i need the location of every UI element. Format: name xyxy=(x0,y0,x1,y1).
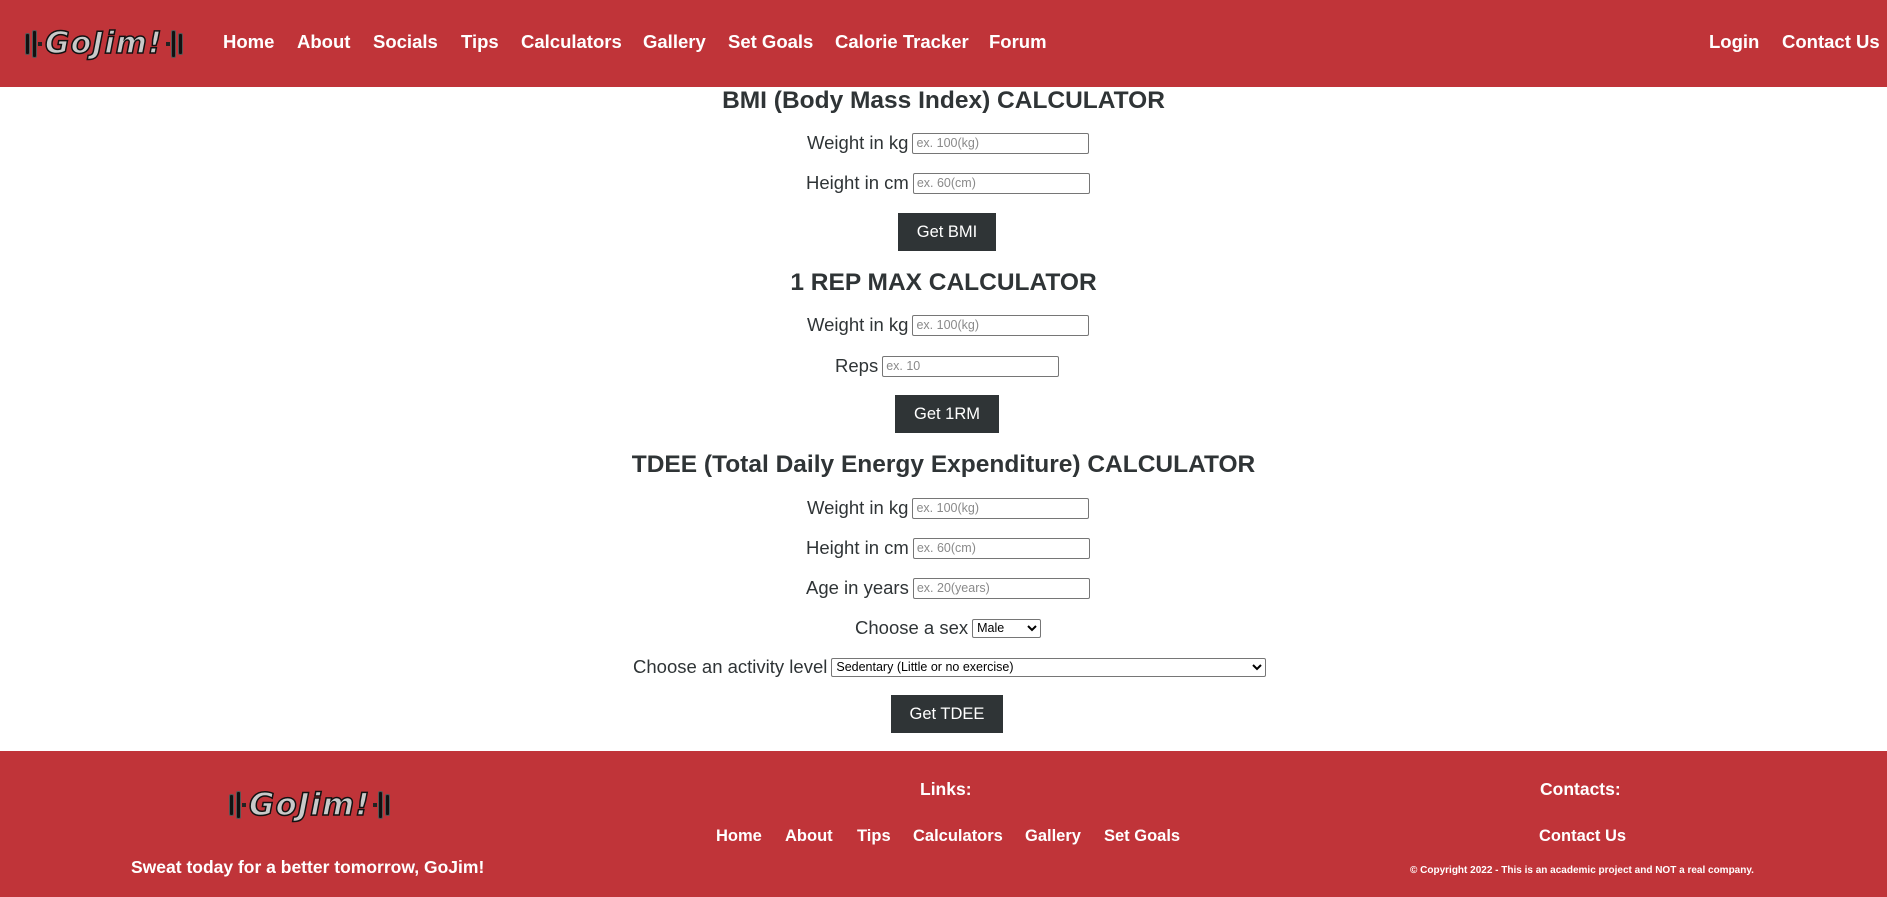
tdee-age-label: Age in years xyxy=(806,577,909,598)
footer-tagline: Sweat today for a better tomorrow, GoJim… xyxy=(131,857,485,877)
rm-weight-label: Weight in kg xyxy=(807,314,909,335)
footer-link-calculators[interactable]: Calculators xyxy=(913,827,1003,846)
footer-logo-text: GoJim! xyxy=(248,786,371,824)
bmi-height-input[interactable] xyxy=(912,172,1090,194)
tdee-activity-row: Choose an activity level Sedentary (Litt… xyxy=(633,656,1267,678)
tdee-sex-label: Choose a sex xyxy=(855,617,969,638)
footer-contacts-heading: Contacts: xyxy=(1540,779,1621,799)
sex-select[interactable]: Male xyxy=(972,618,1042,638)
get-bmi-button[interactable]: Get BMI xyxy=(898,213,996,251)
rm-reps-label: Reps xyxy=(835,355,879,376)
tdee-weight-label: Weight in kg xyxy=(807,497,909,518)
rm-title: 1 REP MAX CALCULATOR xyxy=(790,269,1097,296)
rm-weight-input[interactable] xyxy=(912,314,1090,336)
bmi-height-row: Height in cm xyxy=(806,172,1090,194)
get-tdee-button[interactable]: Get TDEE xyxy=(891,695,1003,733)
tdee-sex-row: Choose a sex Male xyxy=(855,617,1042,639)
top-navbar: GoJim! Home About Socials Tips Calculato… xyxy=(0,0,1887,87)
nav-link-tips[interactable]: Tips xyxy=(461,31,499,53)
tdee-title: TDEE (Total Daily Energy Expenditure) CA… xyxy=(631,451,1256,478)
rm-reps-input[interactable] xyxy=(882,355,1060,377)
nav-link-contact-us[interactable]: Contact Us xyxy=(1782,31,1880,53)
tdee-height-input[interactable] xyxy=(912,537,1090,559)
nav-link-set-goals[interactable]: Set Goals xyxy=(728,31,813,53)
tdee-activity-label: Choose an activity level xyxy=(633,656,828,677)
bmi-title: BMI (Body Mass Index) CALCULATOR xyxy=(722,87,1165,114)
footer-link-set-goals[interactable]: Set Goals xyxy=(1104,827,1180,846)
rm-reps-row: Reps xyxy=(835,355,1060,377)
footer-link-tips[interactable]: Tips xyxy=(857,827,891,846)
nav-link-login[interactable]: Login xyxy=(1709,31,1759,53)
gojim-logo-icon[interactable]: GoJim! xyxy=(24,25,184,62)
footer-link-home[interactable]: Home xyxy=(716,827,762,846)
tdee-age-row: Age in years xyxy=(806,577,1090,599)
tdee-age-input[interactable] xyxy=(912,577,1090,599)
nav-link-home[interactable]: Home xyxy=(223,31,274,53)
nav-link-forum[interactable]: Forum xyxy=(989,31,1047,53)
tdee-weight-row: Weight in kg xyxy=(807,497,1090,519)
tdee-height-row: Height in cm xyxy=(806,537,1090,559)
footer-gojim-logo-icon[interactable]: GoJim! xyxy=(228,786,391,824)
bmi-height-label: Height in cm xyxy=(806,172,909,193)
tdee-weight-input[interactable] xyxy=(912,497,1090,519)
bmi-weight-label: Weight in kg xyxy=(807,132,909,153)
nav-link-gallery[interactable]: Gallery xyxy=(643,31,706,53)
footer-copyright: © Copyright 2022 - This is an academic p… xyxy=(1410,865,1754,876)
nav-link-calculators[interactable]: Calculators xyxy=(521,31,622,53)
logo-text: GoJim! xyxy=(44,25,163,62)
rm-weight-row: Weight in kg xyxy=(807,314,1090,336)
bmi-weight-row: Weight in kg xyxy=(807,132,1090,154)
footer-link-about[interactable]: About xyxy=(785,827,833,846)
tdee-height-label: Height in cm xyxy=(806,537,909,558)
footer-contact-us-link[interactable]: Contact Us xyxy=(1539,827,1626,846)
bmi-weight-input[interactable] xyxy=(912,132,1090,154)
nav-link-about[interactable]: About xyxy=(297,31,350,53)
get-1rm-button[interactable]: Get 1RM xyxy=(895,395,999,433)
nav-link-socials[interactable]: Socials xyxy=(373,31,438,53)
activity-level-select[interactable]: Sedentary (Little or no exercise) xyxy=(831,657,1267,677)
footer-link-gallery[interactable]: Gallery xyxy=(1025,827,1081,846)
nav-link-calorie-tracker[interactable]: Calorie Tracker xyxy=(835,31,969,53)
footer-links-heading: Links: xyxy=(920,779,972,799)
